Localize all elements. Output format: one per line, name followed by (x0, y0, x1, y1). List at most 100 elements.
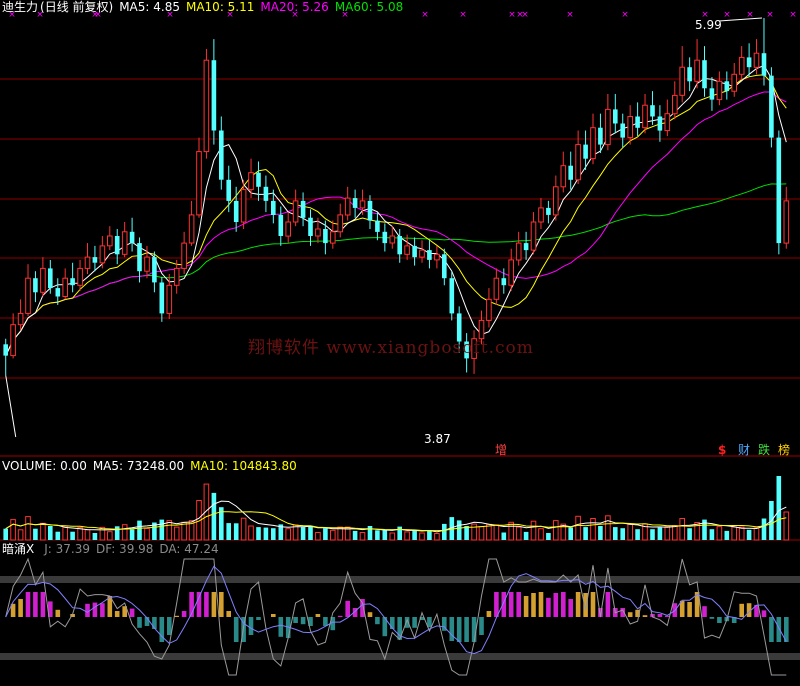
candle-body (783, 200, 790, 244)
candle-body (62, 277, 69, 298)
oscillator-bar (761, 610, 767, 617)
volume-bar (62, 526, 69, 541)
oscillator-bar (92, 602, 98, 617)
oscillator-bar (181, 611, 187, 617)
oscillator-bar (114, 611, 120, 617)
candle-body (523, 243, 529, 251)
oscillator-bar (293, 617, 298, 623)
candle-body (323, 229, 328, 244)
volume-bar (114, 526, 120, 540)
volume-ma5: MA5: 73248.00 (92, 459, 185, 473)
volume-title: VOLUME: 0.00 (2, 459, 87, 473)
candle-body (278, 214, 284, 236)
volume-bar (538, 528, 544, 541)
volume-bar (434, 533, 440, 541)
candle-body (10, 324, 16, 357)
volume-bar (323, 528, 328, 540)
ma5-value: MA5: 4.85 (119, 0, 180, 14)
candle-body (226, 179, 231, 201)
volume-bar (137, 520, 142, 540)
volume-bar (248, 525, 254, 541)
candle-body (315, 228, 321, 237)
indicator-da: DA: 47.24 (159, 542, 219, 556)
candle-body (620, 123, 625, 138)
volume-bar (285, 528, 291, 541)
ma60-line (5, 183, 787, 356)
oscillator-bar (702, 606, 707, 617)
candle-body (449, 278, 455, 314)
candle-body (121, 231, 128, 255)
ranking-badge[interactable]: 榜 (778, 443, 790, 457)
candle-body (650, 105, 655, 117)
candle-body (308, 217, 313, 236)
volume-bar (92, 533, 98, 540)
candle-body (196, 151, 202, 216)
volume-bar (404, 531, 410, 541)
candle-body (55, 288, 61, 297)
volume-bar (315, 532, 321, 541)
volume-bar (753, 527, 760, 541)
oscillator-bar (211, 592, 217, 617)
volume-bar (55, 531, 61, 540)
candle-body (84, 256, 91, 269)
finance-badge[interactable]: 财 (738, 443, 750, 457)
volume-bar (412, 530, 417, 540)
candle-body (285, 221, 291, 237)
oscillator-bar (412, 617, 417, 628)
oscillator-bar (33, 592, 38, 617)
increase-badge[interactable]: 增 (495, 443, 507, 457)
oscillator-bar (226, 611, 231, 617)
volume-bar (709, 529, 715, 540)
oscillator-bar (129, 608, 135, 617)
candle-body (709, 88, 715, 100)
oscillator-bar (85, 603, 90, 617)
signal-marker: × (459, 10, 467, 20)
oscillator-bar (657, 614, 663, 617)
oscillator-bar (739, 603, 744, 617)
indicator-name: 暗涌X (2, 542, 35, 556)
volume-bar (427, 530, 432, 540)
fall-badge[interactable]: 跌 (758, 443, 770, 457)
dollar-badge[interactable]: $ (718, 443, 726, 457)
oscillator-bar (278, 617, 284, 637)
indicator-band-bottom (0, 653, 800, 660)
candle-body (642, 104, 648, 129)
candle-body (724, 81, 730, 92)
oscillator-bar (271, 614, 276, 617)
oscillator-bar (55, 609, 61, 617)
candle-body (613, 109, 618, 124)
ma20-value: MA20: 5.26 (260, 0, 329, 14)
candle-body (702, 60, 707, 89)
oscillator-bar (776, 617, 782, 642)
low-pointer (5, 375, 17, 438)
candle-body (590, 127, 596, 160)
candle-body (166, 284, 173, 314)
volume-bar (173, 526, 180, 541)
candle-body (330, 231, 336, 244)
oscillator-bar (449, 617, 455, 641)
volume-bar (553, 520, 559, 541)
signal-marker: × (789, 10, 797, 20)
indicator-df: DF: 39.98 (95, 542, 154, 556)
candle-body (3, 344, 8, 356)
oscillator-bar (605, 592, 611, 617)
candle-body (687, 67, 692, 82)
volume-bar (352, 530, 358, 540)
oscillator-bar (40, 592, 46, 617)
oscillator-bar (256, 617, 261, 620)
volume-bar (84, 529, 91, 541)
candle-body (716, 80, 723, 101)
volume-bar (159, 519, 165, 540)
volume-bar (568, 527, 573, 540)
oscillator-bar (568, 599, 573, 617)
volume-bar (598, 526, 603, 540)
candle-body (731, 73, 738, 92)
oscillator-bar (486, 611, 492, 617)
volume-bar (657, 527, 663, 540)
oscillator-bar (367, 612, 373, 617)
candle-body (515, 242, 522, 261)
volume-bar (181, 521, 187, 541)
volume-bar (144, 527, 150, 541)
candle-body (397, 236, 402, 255)
oscillator-bar (531, 593, 536, 617)
